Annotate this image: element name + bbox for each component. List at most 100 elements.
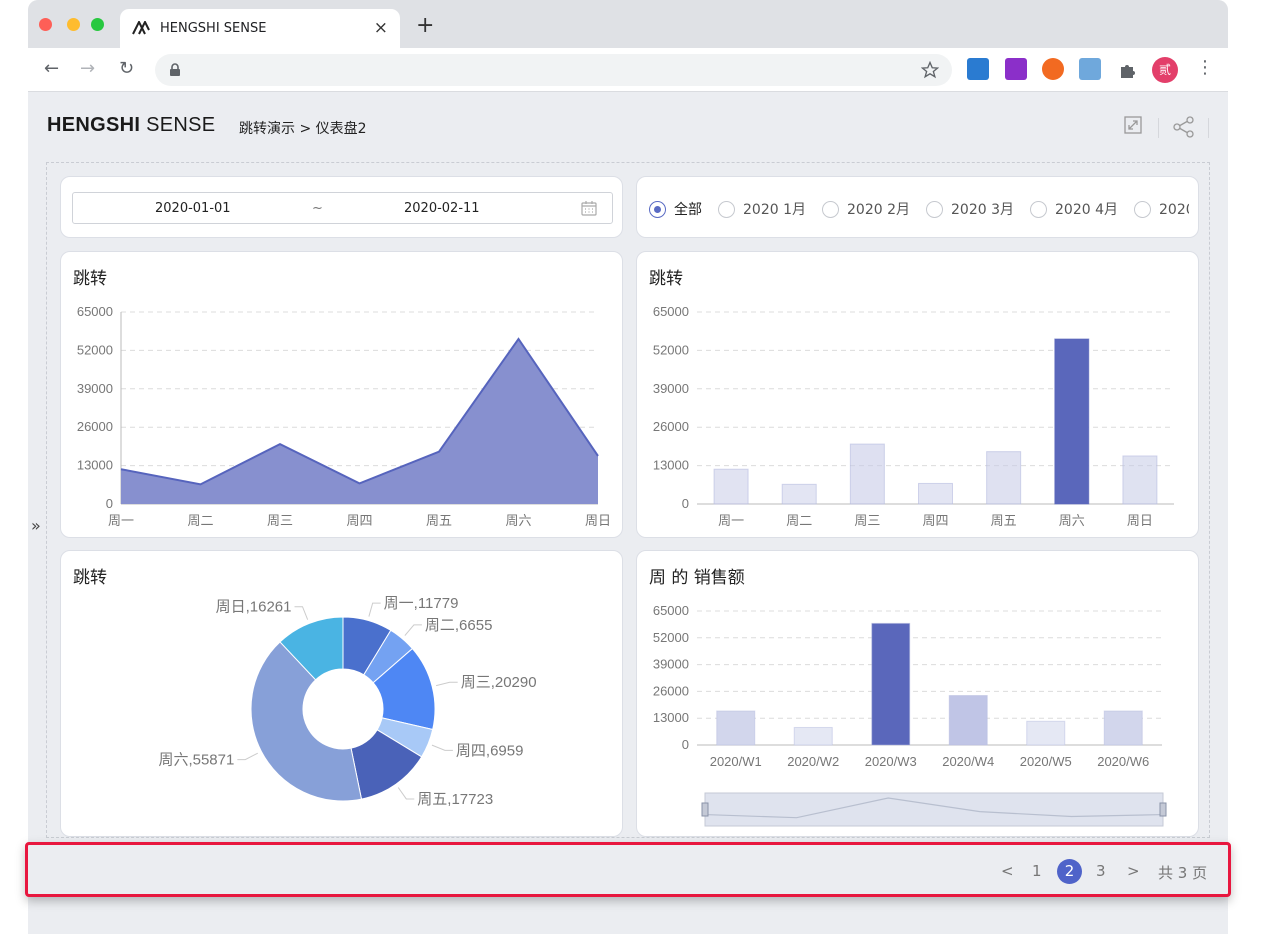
bookmark-star-icon[interactable] [921, 61, 939, 79]
donut-label-line [294, 606, 309, 620]
area-y-tick: 39000 [77, 381, 113, 396]
close-tab-icon[interactable]: × [374, 18, 388, 38]
extension-lifebuoy-icon[interactable] [1042, 58, 1064, 80]
brand-bold: HENGSHI [47, 114, 141, 136]
month-filter-card: 全部 2020 1月 2020 2月 2020 3月 2020 4月 2020 5月 [636, 176, 1199, 238]
next-page-button[interactable]: > [1127, 862, 1140, 880]
extension-rp-icon[interactable] [1005, 58, 1027, 80]
donut-chart[interactable]: 周一,11779 周二,6655 周三,20290 周四,6959 周五,17723 周六… [61, 551, 624, 838]
new-tab-icon[interactable]: + [416, 13, 434, 38]
donut-label-line [397, 787, 415, 800]
back-icon[interactable]: ← [44, 58, 59, 79]
browser-window: HENGSHI SENSE × + ← → ↻ 贰 ⋮ HENGSHI SENS… [28, 0, 1228, 934]
date-range-picker[interactable]: 2020-01-01 ~ 2020-02-11 [72, 192, 613, 224]
radio-circle-icon [1134, 200, 1151, 218]
profile-initial: 贰 [1158, 63, 1171, 77]
prev-page-button[interactable]: < [1001, 862, 1014, 880]
area-y-tick: 65000 [77, 304, 113, 319]
date-end[interactable]: 2020-02-11 [404, 201, 480, 216]
page-2-button-active[interactable]: 2 [1057, 859, 1082, 884]
profile-avatar[interactable]: 贰 [1152, 57, 1178, 83]
weekly-bar-mark [716, 710, 756, 746]
radio-circle-icon [649, 200, 666, 218]
month-radio-0[interactable]: 全部 [649, 199, 702, 219]
radio-label: 2020 1月 [743, 201, 806, 218]
radio-circle-icon [822, 200, 839, 218]
donut-label: 周日,16261 [216, 599, 292, 616]
browser-menu-icon[interactable]: ⋮ [1196, 57, 1214, 78]
bar-y-tick: 26000 [653, 419, 689, 434]
share-icon[interactable] [1173, 116, 1195, 138]
month-radio-3[interactable]: 2020 3月 [926, 199, 1014, 219]
weekly-x-tick: 2020/W2 [787, 754, 839, 769]
expand-sidebar-icon[interactable]: » [31, 516, 41, 535]
extension-image-icon[interactable] [1079, 58, 1101, 80]
bar-mark [918, 482, 953, 505]
radio-circle-icon [718, 200, 735, 218]
weekly-y-tick: 65000 [653, 603, 689, 618]
header-divider-right [1208, 118, 1209, 138]
month-radio-group: 全部 2020 1月 2020 2月 2020 3月 2020 4月 2020 5月 [649, 198, 1189, 218]
brand-light: SENSE [146, 114, 216, 136]
bar-chart[interactable]: 0 13000 26000 39000 52000 65000 周一 周二 周三 周四 周五 周六 周日 [637, 252, 1200, 539]
bar-mark [1122, 455, 1158, 505]
page-3-button[interactable]: 3 [1096, 862, 1106, 880]
month-radio-2[interactable]: 2020 2月 [822, 199, 910, 219]
zoom-window-light[interactable] [91, 18, 104, 31]
datazoom-right-handle [1159, 802, 1167, 817]
browser-tab[interactable]: HENGSHI SENSE × [120, 9, 400, 48]
bar-chart-card: 跳转 0 13000 26000 39000 52000 65000 周一 周二 周三 周四 周五周… [636, 251, 1199, 538]
bar-y-tick: 52000 [653, 342, 689, 357]
bar-x-tick: 周六 [1059, 513, 1085, 528]
weekly-bar-chart[interactable]: 0 13000 26000 39000 52000 65000 2020/W1 2020/W2… [637, 551, 1200, 838]
fullscreen-icon[interactable] [1124, 116, 1142, 134]
dashboard-grid: 2020-01-01 ~ 2020-02-11 全部 2020 1月 2020 2月… [46, 162, 1210, 838]
weekly-y-tick: 39000 [653, 657, 689, 672]
area-y-tick: 52000 [77, 342, 113, 357]
close-window-light[interactable] [39, 18, 52, 31]
month-radio-5[interactable]: 2020 5月 [1134, 199, 1189, 219]
area-x-tick: 周四 [346, 513, 372, 528]
area-x-tick: 周日 [585, 513, 611, 528]
minimize-window-light[interactable] [67, 18, 80, 31]
area-x-tick: 周五 [426, 513, 452, 528]
date-filter-card: 2020-01-01 ~ 2020-02-11 [60, 176, 623, 238]
extension-s-icon[interactable] [967, 58, 989, 80]
month-radio-1[interactable]: 2020 1月 [718, 199, 806, 219]
date-start[interactable]: 2020-01-01 [155, 201, 231, 216]
page-1-button[interactable]: 1 [1032, 862, 1042, 880]
bar-mark [713, 468, 749, 505]
date-separator: ~ [312, 201, 323, 216]
tab-strip: HENGSHI SENSE × + [28, 0, 1228, 48]
weekly-x-tick: 2020/W5 [1020, 754, 1072, 769]
donut-label-line [404, 624, 422, 636]
bar-x-tick: 周一 [718, 513, 744, 528]
donut-label-line [435, 681, 458, 687]
lock-icon [170, 63, 180, 76]
weekly-x-tick: 2020/W1 [710, 754, 762, 769]
forward-icon[interactable]: → [80, 58, 95, 79]
radio-label: 2020 3月 [951, 201, 1014, 218]
bar-y-tick: 65000 [653, 304, 689, 319]
breadcrumb[interactable]: 跳转演示 > 仪表盘2 [239, 118, 367, 138]
address-bar[interactable] [155, 54, 952, 86]
datazoom-slider [704, 792, 1164, 827]
donut-label-line [237, 752, 258, 761]
weekly-bar-mark [871, 622, 911, 746]
bar-mark [986, 451, 1022, 505]
month-radio-4[interactable]: 2020 4月 [1030, 199, 1118, 219]
reload-icon[interactable]: ↻ [119, 58, 134, 79]
extensions-puzzle-icon[interactable] [1118, 60, 1138, 80]
browser-toolbar: ← → ↻ 贰 ⋮ [28, 48, 1228, 92]
area-chart[interactable]: 0 13000 26000 39000 52000 65000 周一 周二 周三 周四 周五 周六 周日 [61, 252, 624, 539]
radio-label: 全部 [674, 201, 702, 218]
bar-y-tick: 13000 [653, 458, 689, 473]
radio-circle-icon [1030, 200, 1047, 218]
donut-label: 周四,6959 [456, 742, 524, 759]
bar-mark [1054, 338, 1090, 505]
donut-label: 周一,11779 [384, 595, 459, 612]
donut-label: 周五,17723 [417, 791, 493, 808]
area-x-tick: 周二 [187, 513, 213, 528]
area-x-tick: 周六 [505, 513, 531, 528]
calendar-icon[interactable] [581, 200, 597, 216]
